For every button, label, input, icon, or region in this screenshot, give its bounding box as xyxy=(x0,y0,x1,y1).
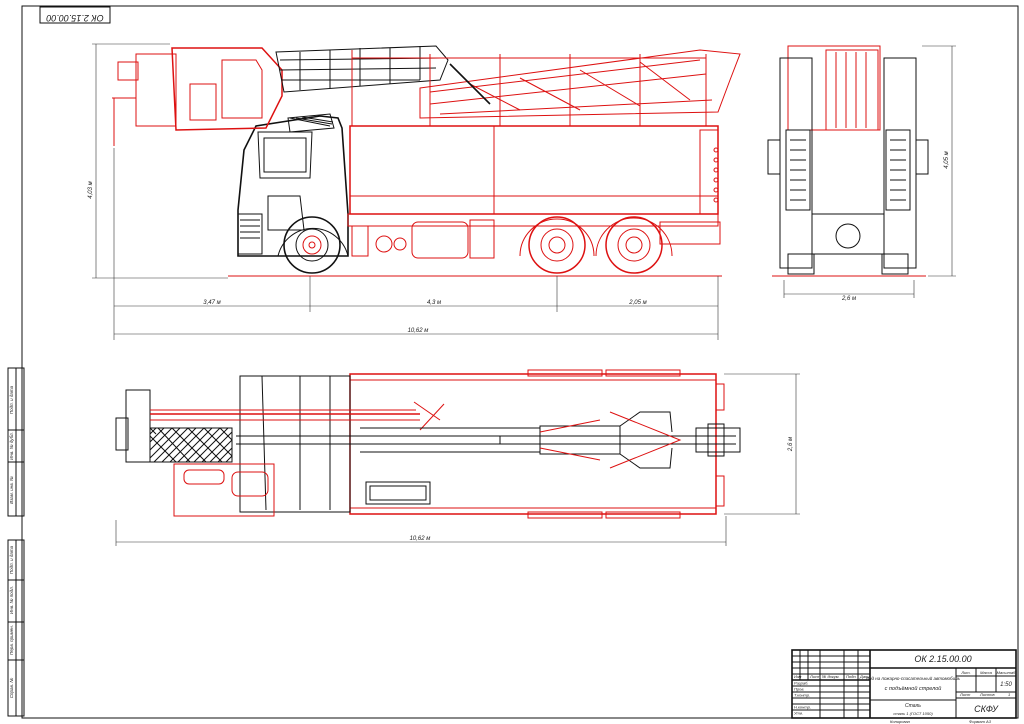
tb-sheet-label: Лист xyxy=(959,692,971,697)
rear-axles-dimension: 2,05 м xyxy=(628,300,646,306)
side-view xyxy=(112,45,741,277)
tb-name-line2: с подъёмной стрелой xyxy=(885,685,942,692)
margin-label-5: Инв. № подл. xyxy=(9,586,14,614)
rear-width-dimension: 2,6 м xyxy=(841,296,856,302)
fuel-tank xyxy=(411,221,469,259)
tb-format: Формат А3 xyxy=(969,719,992,724)
tb-sheets-count: 1 xyxy=(1008,692,1010,697)
margin-label-3: Взам. инв. № xyxy=(9,476,14,504)
top-stamp-code: ОК 2.15.00.00 xyxy=(46,13,103,23)
sheet-border xyxy=(21,5,1019,719)
margin-label-6: Перв. примен. xyxy=(9,625,14,655)
tb-staff-ncontrol: Н.контр. xyxy=(794,705,811,710)
margin-label-7: Справ. № xyxy=(9,678,14,699)
tb-staff-tcontrol: Т.контр. xyxy=(794,693,810,698)
tb-organization: СКФУ xyxy=(974,704,999,714)
margin-label-4: Подп. и дата xyxy=(9,545,14,574)
tb-row-label-sign: Подп. xyxy=(846,674,857,679)
rear-wheel-1 xyxy=(528,216,586,274)
tb-row-label-doc: № докум. xyxy=(822,674,840,679)
plan-length-dimension: 10,62 м xyxy=(410,536,431,542)
tb-row-label-izm: Изм xyxy=(794,674,802,679)
plan-view-dimensions: 10,62 м 2,6 м xyxy=(115,373,800,546)
engineering-drawing-sheet: ОК 2.15.00.00 Подп. и дата Инв. № дубл. … xyxy=(7,5,1019,724)
tb-staff-approved: Утв. xyxy=(794,711,803,716)
tb-designation: ОК 2.15.00.00 xyxy=(914,654,971,664)
title-block: Изм Лист № докум. Подп. Дата Разраб. Про… xyxy=(791,649,1017,724)
front-wheel xyxy=(283,216,341,274)
top-stamp: ОК 2.15.00.00 xyxy=(39,6,111,24)
overall-height-dimension: 4,03 м xyxy=(88,181,94,198)
tb-col-mass: Масса xyxy=(980,670,993,675)
tb-col-scale: Масштаб xyxy=(997,670,1016,675)
truck-body xyxy=(349,125,719,215)
tb-staff-checker: Пров. xyxy=(794,687,805,692)
tb-material-note: сталь 1 (ГОСТ 1050) xyxy=(893,711,933,716)
rear-view xyxy=(767,45,929,277)
tb-scale-value: 1:50 xyxy=(1000,682,1012,688)
plan-width-dimension: 2,6 м xyxy=(788,437,794,452)
cannon-mount xyxy=(117,61,139,81)
rear-wheel-2 xyxy=(605,216,663,274)
overall-length-dimension: 10,62 м xyxy=(408,328,429,334)
margin-label-2: Инв. № дубл. xyxy=(9,432,14,460)
rear-height-dimension: 4,05 м xyxy=(944,151,950,168)
tb-staff-developer: Разраб. xyxy=(794,681,808,686)
tb-row-label-list: Лист xyxy=(809,674,821,679)
tb-copied: Копировал xyxy=(890,719,911,724)
tb-name-line1: Вид на пожарно-спасательный автомобиль xyxy=(866,675,961,681)
tb-sheets-label: Листов xyxy=(979,692,995,697)
tb-col-lit: Лит. xyxy=(960,670,970,675)
boom-overhang-dimension: 3,47 м xyxy=(203,300,220,306)
tb-material: Сталь xyxy=(905,703,921,709)
wheelbase-dimension: 4,3 м xyxy=(427,300,441,306)
folded-ladder xyxy=(419,49,741,119)
plan-view xyxy=(115,369,741,519)
margin-label-1: Подп. и дата xyxy=(9,385,14,414)
side-view-dimensions: 4,03 м 3,47 м 4,3 м 2,05 м 10,62 м xyxy=(88,43,719,340)
